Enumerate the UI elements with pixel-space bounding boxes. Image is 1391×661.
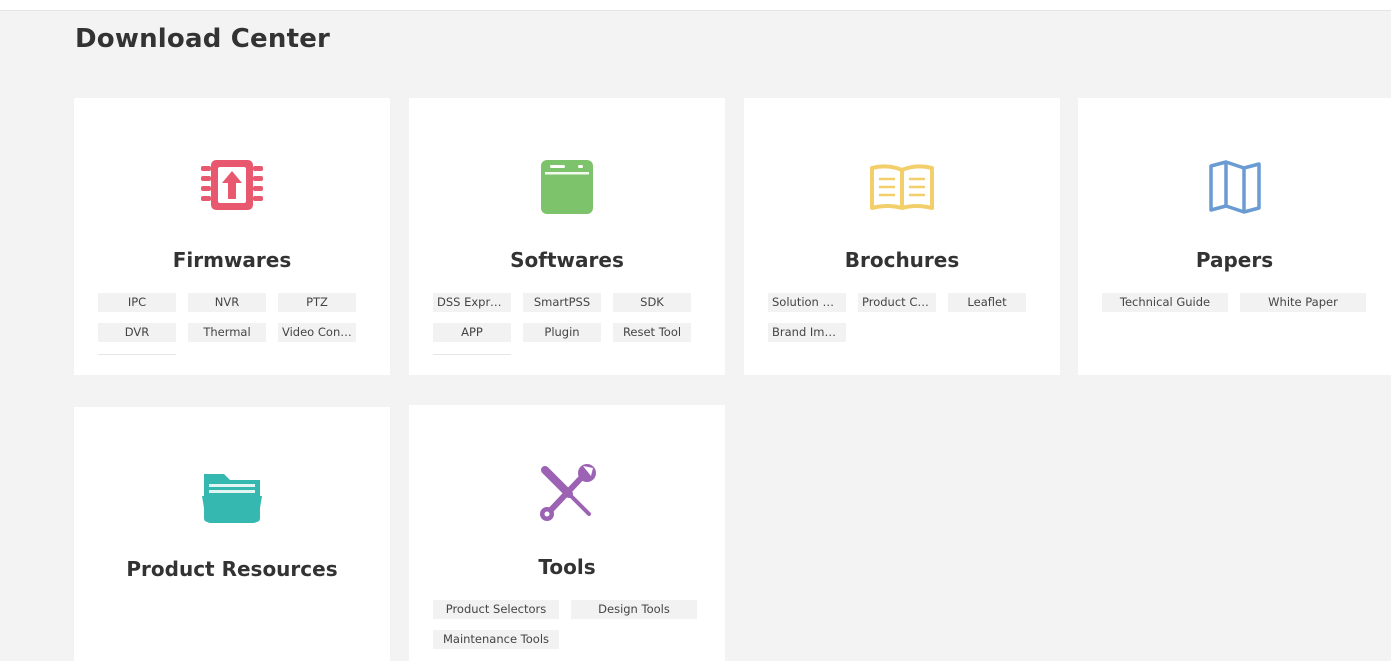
card-title: Tools <box>538 555 596 579</box>
tag-app[interactable]: APP <box>433 323 511 342</box>
tag-product-catalog[interactable]: Product Cat... <box>858 293 936 312</box>
tag-list: DSS Express SmartPSS SDK APP Plugin Rese… <box>433 293 703 342</box>
wrench-screwdriver-icon <box>409 464 725 523</box>
chip-upload-icon <box>74 158 390 216</box>
tag-design-tools[interactable]: Design Tools <box>571 600 697 619</box>
tag-smartpss[interactable]: SmartPSS <box>523 293 601 312</box>
tag-technical-guide[interactable]: Technical Guide <box>1102 293 1228 312</box>
tag-reset-tool[interactable]: Reset Tool <box>613 323 691 342</box>
folder-icon <box>74 467 390 525</box>
tag-dss-express[interactable]: DSS Express <box>433 293 511 312</box>
tag-list: Product Selectors Design Tools Maintenan… <box>433 600 703 649</box>
tag-white-paper[interactable]: White Paper <box>1240 293 1366 312</box>
folded-map-icon <box>1078 158 1391 216</box>
divider <box>98 354 176 355</box>
top-strip <box>0 0 1391 11</box>
tag-nvr[interactable]: NVR <box>188 293 266 312</box>
tag-thermal[interactable]: Thermal <box>188 323 266 342</box>
tag-sdk[interactable]: SDK <box>613 293 691 312</box>
card-title: Product Resources <box>126 557 338 581</box>
tag-brand-image[interactable]: Brand Image <box>768 323 846 342</box>
app-window-icon <box>409 158 725 216</box>
tag-list: Solution Cat... Product Cat... Leaflet B… <box>768 293 1038 342</box>
card-brochures[interactable]: Brochures Solution Cat... Product Cat...… <box>744 98 1060 375</box>
tag-video-conference[interactable]: Video Confe... <box>278 323 356 342</box>
divider <box>433 354 511 355</box>
tag-list: IPC NVR PTZ DVR Thermal Video Confe... <box>98 293 368 342</box>
card-title: Softwares <box>510 248 624 272</box>
tag-maintenance-tools[interactable]: Maintenance Tools <box>433 630 559 649</box>
tag-solution-catalog[interactable]: Solution Cat... <box>768 293 846 312</box>
card-tools[interactable]: Tools Product Selectors Design Tools Mai… <box>409 405 725 661</box>
card-title: Papers <box>1195 248 1274 272</box>
tag-dvr[interactable]: DVR <box>98 323 176 342</box>
tag-product-selectors[interactable]: Product Selectors <box>433 600 559 619</box>
page-title: Download Center <box>75 24 331 54</box>
card-papers[interactable]: Papers Technical Guide White Paper <box>1078 98 1391 375</box>
card-title: Brochures <box>844 248 960 272</box>
card-product-resources[interactable]: Product Resources <box>74 407 390 661</box>
tag-plugin[interactable]: Plugin <box>523 323 601 342</box>
open-book-icon <box>744 158 1060 216</box>
card-title: Firmwares <box>172 248 292 272</box>
card-softwares[interactable]: Softwares DSS Express SmartPSS SDK APP P… <box>409 98 725 375</box>
card-firmwares[interactable]: Firmwares IPC NVR PTZ DVR Thermal Video … <box>74 98 390 375</box>
tag-ipc[interactable]: IPC <box>98 293 176 312</box>
tag-ptz[interactable]: PTZ <box>278 293 356 312</box>
tag-list: Technical Guide White Paper <box>1102 293 1372 312</box>
tag-leaflet[interactable]: Leaflet <box>948 293 1026 312</box>
